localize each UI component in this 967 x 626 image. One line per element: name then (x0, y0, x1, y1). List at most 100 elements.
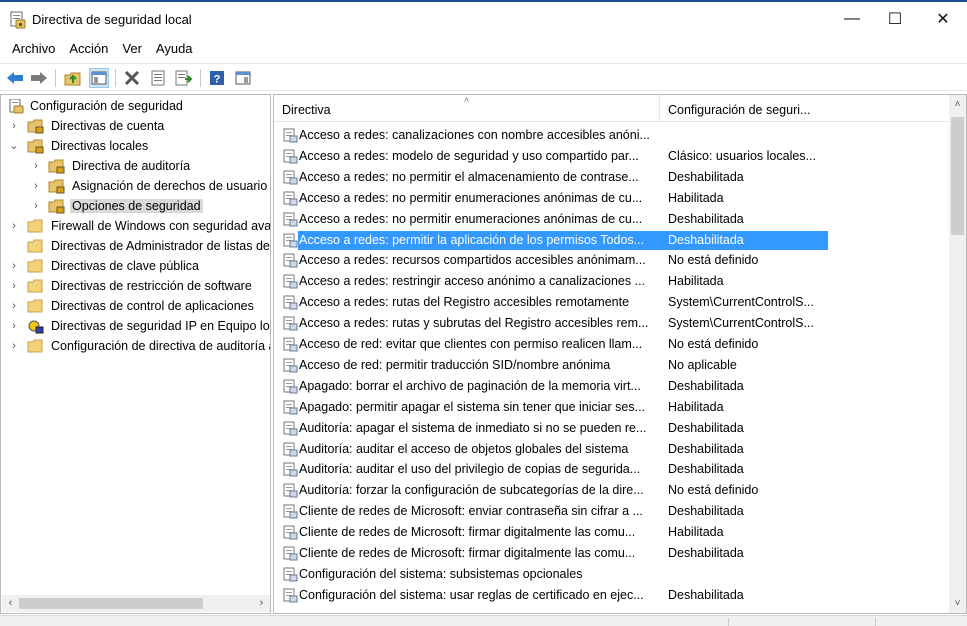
forward-button[interactable] (29, 68, 49, 88)
table-row[interactable]: Acceso de red: permitir traducción SID/n… (274, 355, 949, 376)
table-row[interactable]: Configuración del sistema: usar reglas d… (274, 585, 949, 606)
tree-item-audit-policy[interactable]: › Directiva de auditoría (1, 157, 270, 177)
properties-button[interactable] (148, 68, 168, 88)
menu-accion[interactable]: Acción (62, 38, 115, 60)
scroll-down-icon[interactable]: ˅ (950, 596, 965, 611)
table-row[interactable]: Acceso a redes: no permitir enumeracione… (274, 209, 949, 230)
table-row[interactable]: Acceso a redes: no permitir enumeracione… (274, 188, 949, 209)
policy-icon (283, 337, 298, 352)
toolbar-separator (115, 69, 116, 87)
tree-item-ip-security[interactable]: › Directivas de seguridad IP en Equipo l… (1, 317, 270, 337)
table-row[interactable]: Cliente de redes de Microsoft: firmar di… (274, 522, 949, 543)
table-row[interactable]: Auditoría: apagar el sistema de inmediat… (274, 418, 949, 439)
scroll-up-icon[interactable]: ˄ (950, 97, 965, 112)
chevron-right-icon[interactable]: › (30, 180, 42, 192)
menu-ayuda[interactable]: Ayuda (149, 38, 200, 60)
tree-item-public-key[interactable]: › Directivas de clave pública (1, 257, 270, 277)
back-icon (7, 72, 23, 84)
tree-item-account-policies[interactable]: › Directivas de cuenta (1, 117, 270, 137)
policy-setting: No aplicable (668, 357, 737, 372)
policy-setting: Deshabilitada (668, 546, 744, 560)
table-row[interactable]: Acceso a redes: recursos compartidos acc… (274, 250, 949, 271)
tree-item-user-rights[interactable]: › Asignación de derechos de usuario (1, 177, 270, 197)
tree-item-label: Opciones de seguridad (70, 199, 203, 213)
table-row[interactable]: Acceso de red: evitar que clientes con p… (274, 334, 949, 355)
back-button[interactable] (5, 68, 25, 88)
chevron-right-icon[interactable]: › (8, 340, 20, 352)
scroll-right-icon[interactable]: › (254, 596, 269, 611)
policy-setting: Deshabilitada (668, 420, 744, 435)
tree-item-software-restriction[interactable]: › Directivas de restricción de software (1, 277, 270, 297)
tree-item-security-settings[interactable]: Configuración de seguridad (1, 97, 270, 117)
folder-lock-icon (48, 199, 65, 214)
export-list-icon (175, 70, 193, 86)
column-header-directiva[interactable]: Directiva (274, 95, 660, 122)
tree-item-advanced-audit[interactable]: › Configuración de directiva de auditorí… (1, 337, 270, 357)
tree-item-network-list-manager[interactable]: Directivas de Administrador de listas de… (1, 237, 270, 257)
chevron-right-icon[interactable]: › (8, 300, 20, 312)
tree-horizontal-scrollbar[interactable]: ‹ › (2, 595, 270, 612)
folder-lock-icon (27, 119, 44, 134)
folder-icon (27, 219, 43, 233)
scrollbar-thumb[interactable] (19, 598, 203, 609)
chevron-right-icon[interactable]: › (8, 320, 20, 332)
chevron-down-icon[interactable]: ⌄ (8, 140, 20, 152)
scroll-left-icon[interactable]: ‹ (3, 596, 18, 611)
table-row[interactable]: Cliente de redes de Microsoft: enviar co… (274, 501, 949, 522)
folder-icon (27, 279, 43, 293)
table-row[interactable]: Acceso a redes: modelo de seguridad y us… (274, 146, 949, 167)
table-row[interactable]: Auditoría: auditar el acceso de objetos … (274, 439, 949, 460)
help-button[interactable]: ? (207, 68, 227, 88)
chevron-right-icon[interactable]: › (8, 280, 20, 292)
table-row[interactable]: Acceso a redes: permitir la aplicación d… (274, 230, 949, 251)
table-row[interactable]: Apagado: borrar el archivo de paginación… (274, 376, 949, 397)
chevron-right-icon[interactable]: › (30, 160, 42, 172)
up-folder-icon (64, 72, 81, 86)
maximize-button[interactable]: ☐ (872, 2, 918, 36)
folder-icon (27, 299, 43, 313)
tree-item-app-control[interactable]: › Directivas de control de aplicaciones (1, 297, 270, 317)
chevron-right-icon[interactable]: › (30, 200, 42, 212)
menu-ver[interactable]: Ver (115, 38, 149, 60)
tree-item-local-policies[interactable]: ⌄ Directivas locales (1, 137, 270, 157)
tree-item-windows-firewall[interactable]: › Firewall de Windows con seguridad avan… (1, 217, 270, 237)
policy-name: Cliente de redes de Microsoft: enviar co… (299, 504, 643, 519)
policy-name: Acceso a redes: canalizaciones con nombr… (299, 128, 650, 142)
chevron-right-icon[interactable]: › (8, 120, 20, 132)
policy-name: Acceso a redes: rutas y subrutas del Reg… (299, 316, 649, 331)
close-button[interactable]: ✕ (920, 2, 966, 36)
chevron-right-icon[interactable]: › (8, 260, 20, 272)
table-row[interactable]: Auditoría: forzar la configuración de su… (274, 480, 949, 501)
policy-setting: Habilitada (668, 525, 724, 540)
up-level-button[interactable] (63, 68, 83, 88)
table-row[interactable]: Acceso a redes: restringir acceso anónim… (274, 271, 949, 292)
policy-setting: Deshabilitada (668, 462, 744, 477)
list-vertical-scrollbar[interactable]: ˄ ˅ (949, 95, 966, 613)
minimize-button[interactable]: — (829, 2, 875, 36)
console-tree[interactable]: Configuración de seguridad › Directivas … (0, 94, 271, 614)
view-button[interactable] (233, 68, 253, 88)
table-row[interactable]: Configuración del sistema: subsistemas o… (274, 564, 949, 585)
menu-archivo[interactable]: Archivo (5, 38, 62, 60)
show-hide-tree-button[interactable] (89, 68, 109, 88)
scrollbar-thumb[interactable] (951, 117, 964, 235)
column-header-configuracion[interactable]: Configuración de seguri... (661, 95, 831, 122)
table-row[interactable]: Acceso a redes: rutas y subrutas del Reg… (274, 313, 949, 334)
policy-setting: Deshabilitada (668, 211, 744, 226)
policy-list[interactable]: ˄ Directiva Configuración de seguri... A… (273, 94, 967, 614)
delete-button[interactable] (122, 68, 142, 88)
chevron-right-icon[interactable]: › (8, 220, 20, 232)
tree-item-security-options[interactable]: › Opciones de seguridad (1, 197, 270, 217)
export-list-button[interactable] (174, 68, 194, 88)
svg-text:?: ? (214, 74, 221, 86)
table-row[interactable]: Auditoría: auditar el uso del privilegio… (274, 459, 949, 480)
policy-setting: Habilitada (668, 190, 724, 205)
folder-icon (27, 259, 43, 273)
table-row[interactable]: Acceso a redes: rutas del Registro acces… (274, 292, 949, 313)
table-row[interactable]: Acceso a redes: no permitir el almacenam… (274, 167, 949, 188)
table-row[interactable]: Acceso a redes: canalizaciones con nombr… (274, 125, 949, 146)
table-row[interactable]: Apagado: permitir apagar el sistema sin … (274, 397, 949, 418)
policy-icon (283, 212, 298, 227)
table-row[interactable]: Cliente de redes de Microsoft: firmar di… (274, 543, 949, 564)
folder-icon (27, 239, 43, 253)
